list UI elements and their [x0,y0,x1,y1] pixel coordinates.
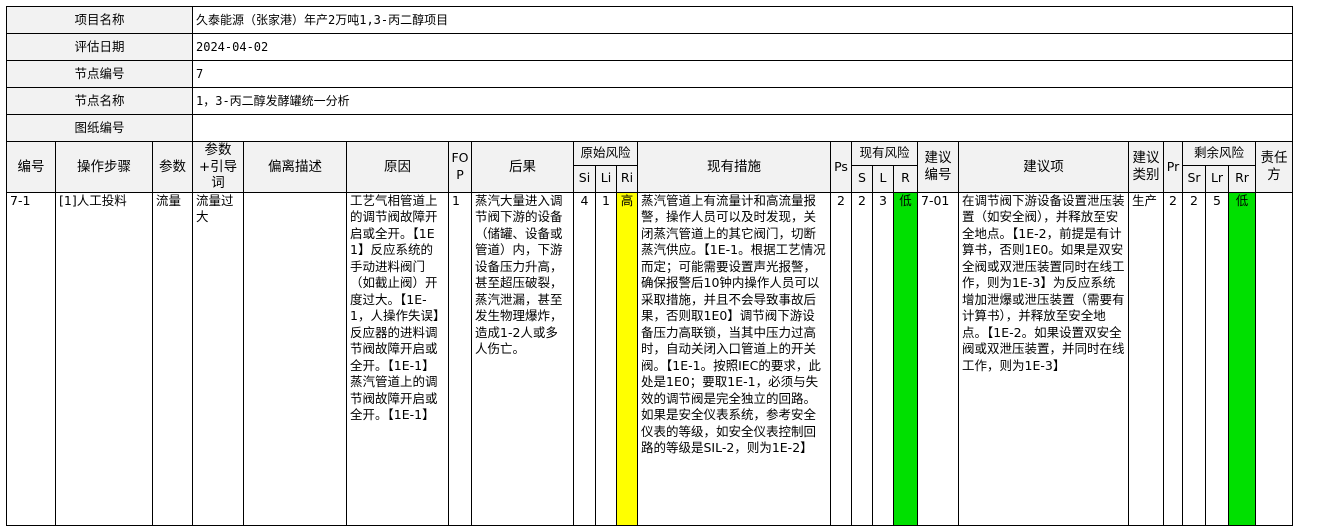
node-name-value: 1，3-丙二醇发酵罐统一分析 [192,87,1293,115]
header-existing-measures: 现有措施 [637,141,831,193]
header-l: L [872,164,894,193]
header-cause: 原因 [346,141,449,193]
header-guideword: 参数+引导词 [192,141,244,193]
info-row-node-number: 节点编号 7 [6,60,1293,88]
header-original-risk: 原始风险 [573,141,638,166]
project-name-label: 项目名称 [6,6,193,34]
row-guideword: 流量过大 [192,191,244,526]
header-consequence: 后果 [471,141,574,193]
header-ri: Ri [616,164,638,193]
header-r: R [893,164,918,193]
info-row-drawing-number: 图纸编号 [6,114,1293,142]
row-ri-badge: 高 [616,191,638,526]
header-ps: Ps [830,141,852,193]
drawing-number-value [192,114,1293,142]
row-s: 2 [851,191,873,526]
header-residual-risk: 剩余风险 [1182,141,1256,166]
row-number: 7-1 [6,191,56,526]
header-rr: Rr [1228,164,1256,193]
row-recommendation-type: 生产 [1128,191,1164,526]
row-r-badge: 低 [893,191,918,526]
header-number: 编号 [6,141,56,193]
node-number-label: 节点编号 [6,60,193,88]
row-si: 4 [573,191,596,526]
row-sr: 2 [1182,191,1206,526]
row-l: 3 [872,191,894,526]
row-rr-badge: 低 [1228,191,1256,526]
row-existing-measures: 蒸汽管道上有流量计和高流量报警，操作人员可以及时发现，关闭蒸汽管道上的其它阀门，… [637,191,831,526]
row-cause: 工艺气相管道上的调节阀故障开启或全开。【1E1】反应系统的手动进料阀门（如截止阀… [346,191,449,526]
assessment-date-label: 评估日期 [6,33,193,61]
info-row-node-name: 节点名称 1，3-丙二醇发酵罐统一分析 [6,87,1293,115]
hazop-worksheet: 项目名称 久泰能源（张家港）年产2万吨1,3-丙二醇项目 评估日期 2024-0… [6,6,1293,526]
row-pr: 2 [1163,191,1183,526]
header-recommendation-number: 建议编号 [917,141,959,193]
assessment-date-value: 2024-04-02 [192,33,1293,61]
header-pr: Pr [1163,141,1183,193]
row-responsible-party [1255,191,1293,526]
row-ps: 2 [830,191,852,526]
header-responsible-party: 责任方 [1255,141,1293,193]
table-row: 7-1 [1]人工投料 流量 流量过大 工艺气相管道上的调节阀故障开启或全开。【… [6,191,1293,526]
row-fop: 1 [448,191,472,526]
project-name-value: 久泰能源（张家港）年产2万吨1,3-丙二醇项目 [192,6,1293,34]
column-header-row: 编号 操作步骤 参数 参数+引导词 偏离描述 原因 FOP 后果 原始风险 现有… [6,141,1293,193]
row-deviation [243,191,347,526]
row-recommendation-number: 7-01 [917,191,959,526]
header-si: Si [573,164,596,193]
header-li: Li [595,164,617,193]
header-fop: FOP [448,141,472,193]
header-recommendation-type: 建议类别 [1128,141,1164,193]
row-recommendation: 在调节阀下游设备设置泄压装置（如安全阀），并释放至安全地点。【1E-2，前提是有… [958,191,1129,526]
header-s: S [851,164,873,193]
header-recommendation: 建议项 [958,141,1129,193]
row-operation-step: [1]人工投料 [55,191,153,526]
header-sr: Sr [1182,164,1206,193]
header-operation-step: 操作步骤 [55,141,153,193]
row-parameter: 流量 [152,191,193,526]
header-current-risk: 现有风险 [851,141,918,166]
node-name-label: 节点名称 [6,87,193,115]
row-li: 1 [595,191,617,526]
drawing-number-label: 图纸编号 [6,114,193,142]
node-number-value: 7 [192,60,1293,88]
header-parameter: 参数 [152,141,193,193]
row-consequence: 蒸汽大量进入调节阀下游的设备（储罐、设备或管道）内，下游设备压力升高，甚至超压破… [471,191,574,526]
info-row-assessment-date: 评估日期 2024-04-02 [6,33,1293,61]
header-lr: Lr [1205,164,1229,193]
header-deviation: 偏离描述 [243,141,347,193]
row-lr: 5 [1205,191,1229,526]
info-row-project-name: 项目名称 久泰能源（张家港）年产2万吨1,3-丙二醇项目 [6,6,1293,34]
